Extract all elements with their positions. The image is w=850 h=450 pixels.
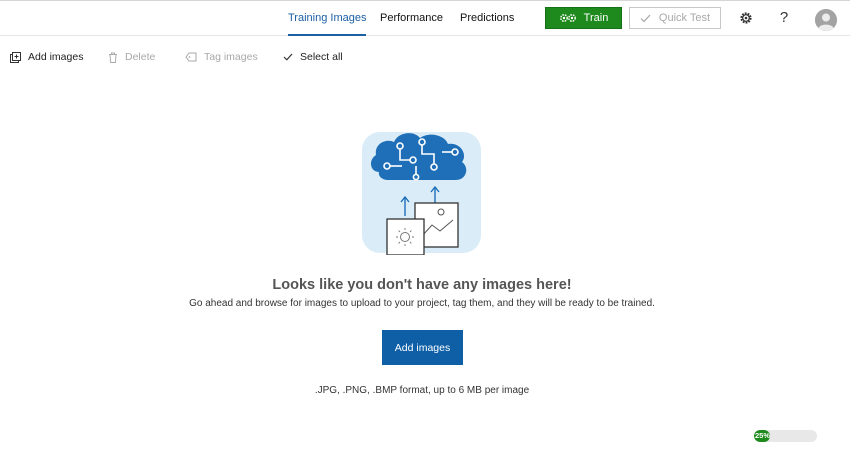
- format-note: .JPG, .PNG, .BMP format, up to 6 MB per …: [314, 385, 530, 396]
- user-avatar-icon[interactable]: [815, 9, 837, 31]
- add-images-button[interactable]: Add images: [382, 330, 463, 365]
- add-images-label: Add images: [28, 51, 84, 63]
- empty-state-title: Looks like you don't have any images her…: [272, 277, 572, 293]
- delete-toolbar-button[interactable]: Delete: [108, 50, 155, 64]
- empty-state-subtitle: Go ahead and browse for images to upload…: [189, 298, 655, 309]
- check-icon: [640, 14, 651, 22]
- select-all-toolbar-button[interactable]: Select all: [283, 50, 343, 64]
- quick-test-label: Quick Test: [658, 12, 711, 24]
- tab-predictions[interactable]: Predictions: [460, 1, 514, 36]
- trash-icon: [109, 52, 117, 63]
- delete-label: Delete: [125, 51, 156, 63]
- select-all-label: Select all: [300, 51, 343, 63]
- tab-training-images[interactable]: Training Images: [288, 1, 367, 36]
- tag-icon: [185, 52, 197, 62]
- add-image-icon: [10, 51, 21, 63]
- tag-images-toolbar-button[interactable]: Tag images: [185, 50, 258, 64]
- gears-icon: [559, 14, 576, 22]
- upload-progress-bar: 25%: [754, 430, 817, 442]
- cloud-brain-upload-icon: [362, 130, 482, 256]
- train-label: Train: [583, 12, 609, 24]
- checkmark-icon: [283, 53, 293, 61]
- train-button[interactable]: Train: [545, 7, 622, 29]
- tab-performance[interactable]: Performance: [380, 1, 443, 36]
- gear-icon[interactable]: [738, 10, 754, 26]
- quick-test-button[interactable]: Quick Test: [629, 7, 721, 29]
- top-nav-bar: Training Images Performance Predictions …: [0, 0, 850, 36]
- tag-images-label: Tag images: [204, 51, 258, 63]
- help-button[interactable]: ?: [776, 9, 792, 26]
- add-images-toolbar-button[interactable]: Add images: [10, 50, 83, 64]
- progress-label: 25%: [755, 431, 771, 440]
